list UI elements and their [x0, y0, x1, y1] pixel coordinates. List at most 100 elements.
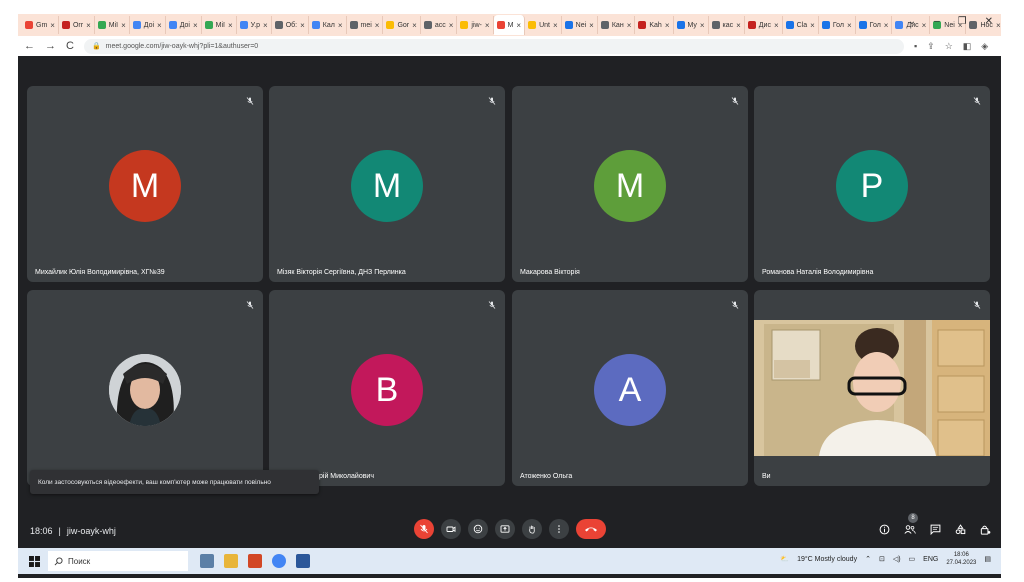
participant-tile[interactable]: A Атоженко Ольга [512, 290, 748, 486]
chat-button[interactable] [930, 522, 941, 540]
tab-close-icon[interactable]: × [157, 21, 162, 30]
participant-tile[interactable]: M Мізяк Вікторія Сергіївна, ДНЗ Перлинка [269, 86, 505, 282]
browser-tab[interactable]: mei × [347, 16, 384, 34]
menu-icon[interactable]: ⋮ [998, 41, 1001, 52]
tab-close-icon[interactable]: × [375, 21, 380, 30]
tab-close-icon[interactable]: × [50, 21, 55, 30]
participant-tile[interactable]: Bрій Миколайович [269, 290, 505, 486]
start-button[interactable] [24, 551, 44, 571]
close-window-button[interactable]: ✕ [985, 16, 993, 27]
browser-tab[interactable]: У.р × [237, 16, 272, 34]
notifications-icon[interactable]: ▤ [984, 555, 991, 563]
participant-tile[interactable]: P Романова Наталія Володимирівна [754, 86, 990, 282]
tab-close-icon[interactable]: × [300, 21, 305, 30]
camera-toggle-button[interactable] [441, 519, 461, 539]
star-icon[interactable]: ☆ [945, 41, 953, 52]
network-icon[interactable]: ⊡ [879, 555, 885, 563]
tab-close-icon[interactable]: × [338, 21, 343, 30]
tab-close-icon[interactable]: × [810, 21, 815, 30]
word-icon[interactable] [296, 554, 310, 568]
participant-tile[interactable]: M Михайлик Юлія Володимирівна, ХГ№39 [27, 86, 263, 282]
tab-close-icon[interactable]: × [700, 21, 705, 30]
tab-close-icon[interactable]: × [884, 21, 889, 30]
keyboard-icon[interactable]: ▭ [909, 555, 916, 563]
mic-toggle-button[interactable] [414, 519, 434, 539]
tab-close-icon[interactable]: × [228, 21, 233, 30]
activities-button[interactable] [955, 522, 966, 540]
tab-close-icon[interactable]: × [485, 21, 490, 30]
browser-tab[interactable]: My × [674, 16, 709, 34]
browser-tab[interactable]: Cla × [783, 16, 819, 34]
browser-tab[interactable]: Об: × [272, 16, 309, 34]
browser-tab[interactable]: Kah × [635, 16, 674, 34]
browser-tab[interactable]: Мії × [95, 16, 130, 34]
tab-close-icon[interactable]: × [516, 21, 521, 30]
more-options-button[interactable] [549, 519, 569, 539]
participant-tile[interactable] [27, 290, 263, 486]
tab-close-icon[interactable]: × [589, 21, 594, 30]
tab-close-icon[interactable]: × [627, 21, 632, 30]
tab-close-icon[interactable]: × [193, 21, 198, 30]
browser-tab[interactable]: Orr × [59, 16, 95, 34]
tab-close-icon[interactable]: × [736, 21, 741, 30]
browser-tab[interactable]: Gm × [22, 16, 59, 34]
meeting-details-button[interactable] [879, 522, 890, 540]
tab-favicon-icon [638, 21, 647, 29]
forward-button[interactable]: → [45, 40, 56, 52]
host-controls-button[interactable] [980, 522, 991, 540]
tab-close-icon[interactable]: × [86, 21, 91, 30]
participant-tile[interactable]: Ви [754, 290, 990, 486]
tray-overflow-icon[interactable]: ⌃ [865, 555, 871, 563]
leave-call-button[interactable] [576, 519, 606, 539]
tab-close-icon[interactable]: × [121, 21, 126, 30]
browser-tab[interactable]: Гол × [856, 16, 893, 34]
tab-close-icon[interactable]: × [847, 21, 852, 30]
reload-button[interactable]: C [66, 40, 74, 52]
browser-tab[interactable]: Доі × [130, 16, 166, 34]
browser-tab[interactable]: кас × [709, 16, 745, 34]
browser-tab[interactable]: M × [493, 15, 526, 35]
browser-tab[interactable]: jiw- × [457, 16, 494, 34]
minimize-button[interactable]: – [934, 16, 940, 27]
present-button[interactable] [495, 519, 515, 539]
browser-tab[interactable]: Дис × [745, 16, 783, 34]
browser-tab[interactable]: Гол × [819, 16, 856, 34]
tab-search-icon[interactable]: ⌄ [908, 16, 916, 27]
people-button[interactable]: 8 [904, 513, 918, 540]
task-view-icon[interactable] [200, 554, 214, 568]
tab-close-icon[interactable]: × [263, 21, 268, 30]
maximize-button[interactable]: ❐ [958, 16, 967, 27]
meeting-code[interactable]: jiw-oayk-whj [67, 526, 116, 536]
chrome-icon[interactable] [272, 554, 286, 568]
browser-tab[interactable]: Gor × [383, 16, 421, 34]
back-button[interactable]: ← [24, 40, 35, 52]
file-explorer-icon[interactable] [224, 554, 238, 568]
taskbar-search[interactable]: Поиск [48, 551, 188, 571]
tab-close-icon[interactable]: × [996, 21, 1001, 30]
sidepanel-icon[interactable]: ◧ [963, 41, 972, 52]
tab-close-icon[interactable]: × [665, 21, 670, 30]
tab-close-icon[interactable]: × [553, 21, 558, 30]
browser-tab[interactable]: acc × [421, 16, 458, 34]
share-icon[interactable]: ⇪ [927, 41, 935, 52]
raise-hand-button[interactable] [522, 519, 542, 539]
camera-icon[interactable]: ▪ [914, 41, 917, 52]
volume-icon[interactable]: ◁) [893, 555, 901, 563]
participant-tile[interactable]: M Макарова Вікторія [512, 86, 748, 282]
tab-close-icon[interactable]: × [412, 21, 417, 30]
tab-close-icon[interactable]: × [774, 21, 779, 30]
browser-tab[interactable]: Кан × [598, 16, 636, 34]
reactions-button[interactable] [468, 519, 488, 539]
powerpoint-icon[interactable] [248, 554, 262, 568]
browser-tab[interactable]: Мії × [202, 16, 237, 34]
address-bar[interactable]: 🔒 meet.google.com/jiw-oayk-whj?pli=1&aut… [83, 38, 904, 54]
language-indicator[interactable]: ENG [923, 556, 938, 563]
clock[interactable]: 18:06 27.04.2023 [946, 551, 976, 567]
tab-close-icon[interactable]: × [449, 21, 454, 30]
browser-tab[interactable]: Unt × [525, 16, 562, 34]
weather-text[interactable]: 19°C Mostly cloudy [797, 556, 857, 563]
browser-tab[interactable]: Nei × [562, 16, 598, 34]
extension-icon[interactable]: ◈ [981, 41, 988, 52]
browser-tab[interactable]: Доі × [166, 16, 202, 34]
browser-tab[interactable]: Кал × [309, 16, 347, 34]
